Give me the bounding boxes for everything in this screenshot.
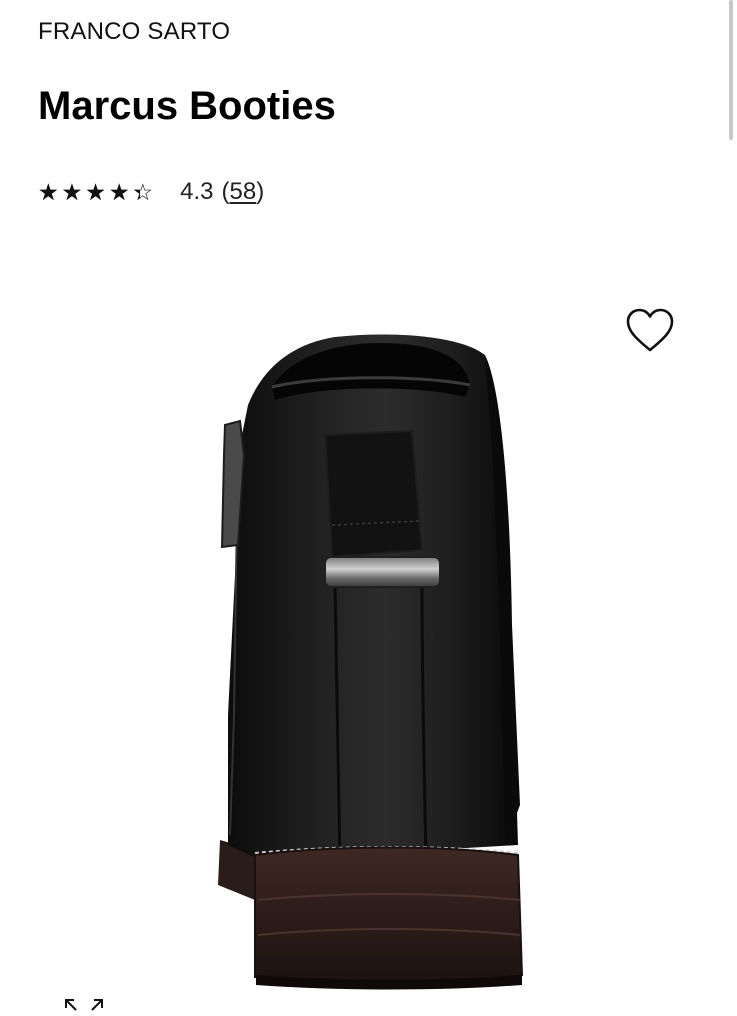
rating-count-wrapper: (58) — [221, 178, 264, 206]
rating-close-paren: ) — [256, 178, 265, 205]
rating-stars-filled: ★★★★★ — [38, 180, 140, 204]
brand-name[interactable]: FRANCO SARTO — [38, 18, 230, 46]
product-rating[interactable]: ☆☆☆☆☆ ★★★★★ 4.3 (58) — [38, 176, 264, 208]
rating-value: 4.3 — [180, 178, 214, 205]
boot-pull-tab — [323, 429, 424, 559]
product-image-boot[interactable] — [200, 325, 540, 995]
reviews-count-link[interactable]: 58 — [229, 178, 256, 205]
page-scrollbar[interactable] — [729, 0, 733, 140]
boot-heel — [254, 846, 524, 984]
boot-metal-bar — [324, 556, 441, 588]
rating-stars: ☆☆☆☆☆ ★★★★★ — [38, 180, 156, 204]
heart-outline-icon[interactable] — [624, 306, 676, 356]
boot-body — [228, 334, 518, 861]
expand-arrows-icon[interactable] — [62, 996, 106, 1016]
product-title: Marcus Booties — [38, 84, 336, 128]
